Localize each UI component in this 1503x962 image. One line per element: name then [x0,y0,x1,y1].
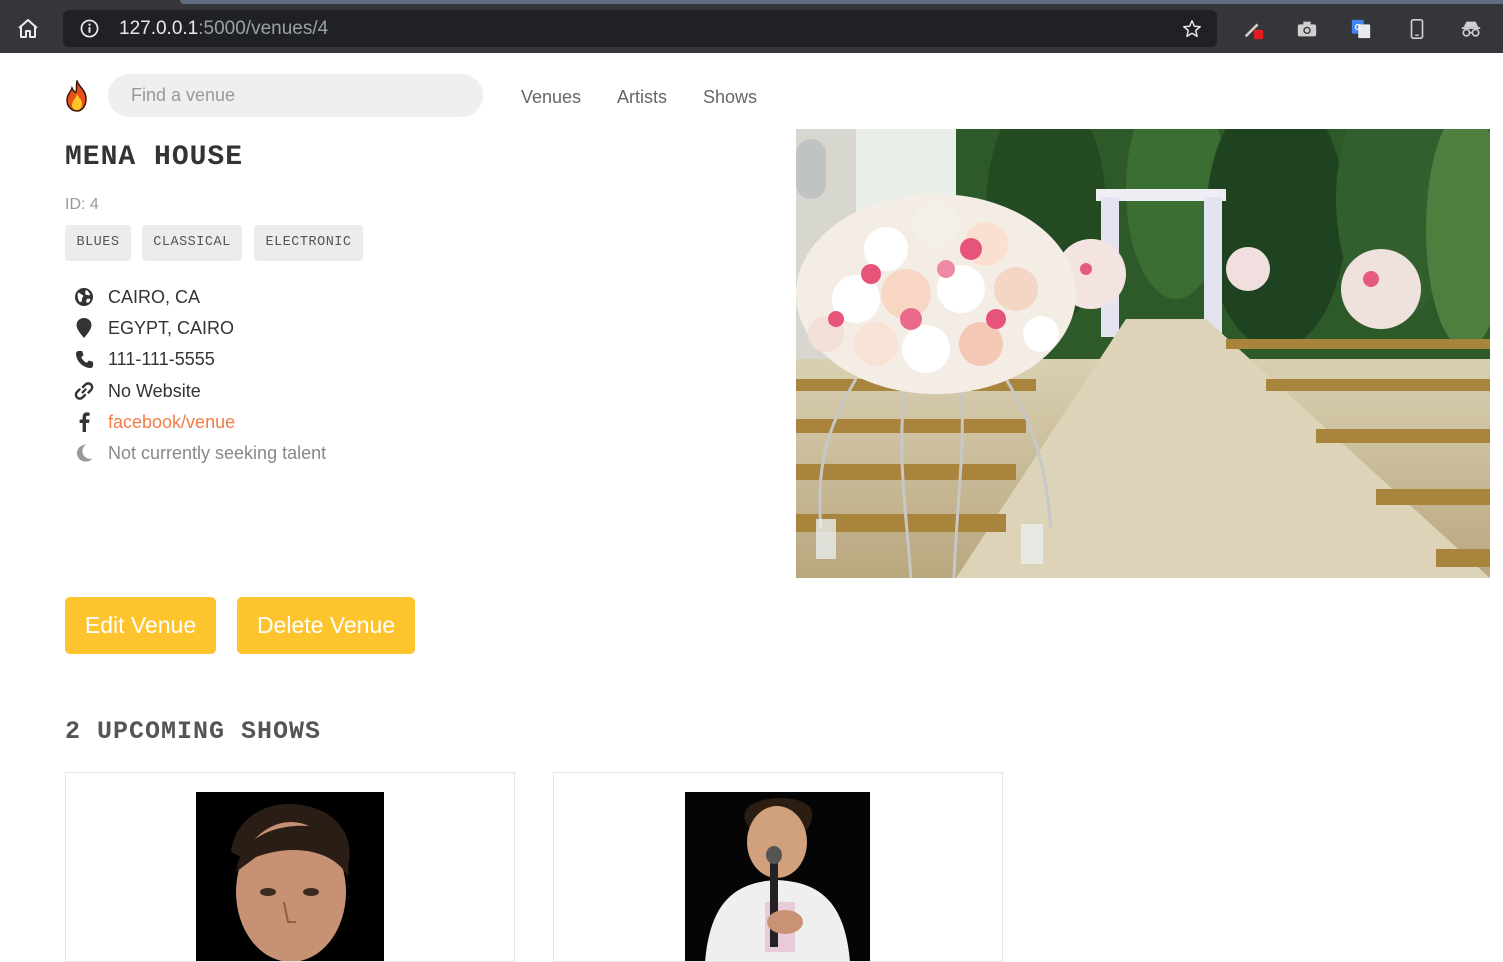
globe-icon [73,286,95,308]
phone-extension-icon[interactable] [1406,18,1428,40]
venue-page: Venues Artists Shows MENA HOUSE ID: 4 BL… [0,53,1503,962]
pen-extension-icon[interactable] [1242,18,1264,40]
genre-tag: BLUES [65,225,131,261]
browser-toolbar: 127.0.0.1:5000/venues/4 G [0,0,1503,53]
svg-text:G: G [1355,23,1361,32]
city-row: CAIRO, CA [73,285,200,309]
delete-venue-button[interactable]: Delete Venue [237,597,415,654]
nav-venues[interactable]: Venues [521,87,581,107]
city-text: CAIRO, CA [108,286,201,307]
incognito-extension-icon[interactable] [1460,18,1482,40]
fire-icon[interactable] [64,80,90,112]
search-input[interactable] [108,74,483,117]
upcoming-shows-heading: 2 UPCOMING SHOWS [65,717,322,746]
translate-extension-icon[interactable]: G [1350,18,1372,40]
seeking-text: Not currently seeking talent [108,442,327,463]
artist-image [196,792,384,961]
phone-text: 111-111-5555 [108,348,215,369]
website-row: No Website [73,379,201,403]
phone-icon [73,348,95,370]
tab-strip-edge [180,0,1503,4]
venue-image [796,129,1490,578]
show-card[interactable] [65,772,515,962]
genre-tag: CLASSICAL [142,225,242,261]
genre-tag: ELECTRONIC [254,225,363,261]
home-icon[interactable] [16,17,40,41]
website-text: No Website [108,380,201,401]
url-path: :5000/venues/4 [198,18,329,39]
facebook-link[interactable]: facebook/venue [108,412,235,433]
artist-image [685,792,870,961]
seeking-row: Not currently seeking talent [73,441,326,465]
map-marker-icon [73,317,95,339]
nav-artists[interactable]: Artists [617,87,667,107]
moon-icon [73,442,95,464]
address-text: EGYPT, CAIRO [108,317,235,338]
address-url[interactable]: 127.0.0.1:5000/venues/4 [119,18,328,40]
camera-extension-icon[interactable] [1296,18,1318,40]
venue-name: MENA HOUSE [65,142,244,173]
url-host: 127.0.0.1 [119,18,199,39]
link-icon [73,380,95,402]
address-row: EGYPT, CAIRO [73,316,234,340]
nav-shows[interactable]: Shows [703,87,757,107]
show-card[interactable] [553,772,1003,962]
edit-venue-button[interactable]: Edit Venue [65,597,216,654]
venue-id: ID: 4 [65,196,99,213]
info-icon[interactable] [80,19,99,38]
facebook-row: facebook/venue [73,410,235,434]
phone-row: 111-111-5555 [73,347,215,371]
bookmark-star-icon[interactable] [1181,18,1203,40]
facebook-icon [73,411,95,433]
